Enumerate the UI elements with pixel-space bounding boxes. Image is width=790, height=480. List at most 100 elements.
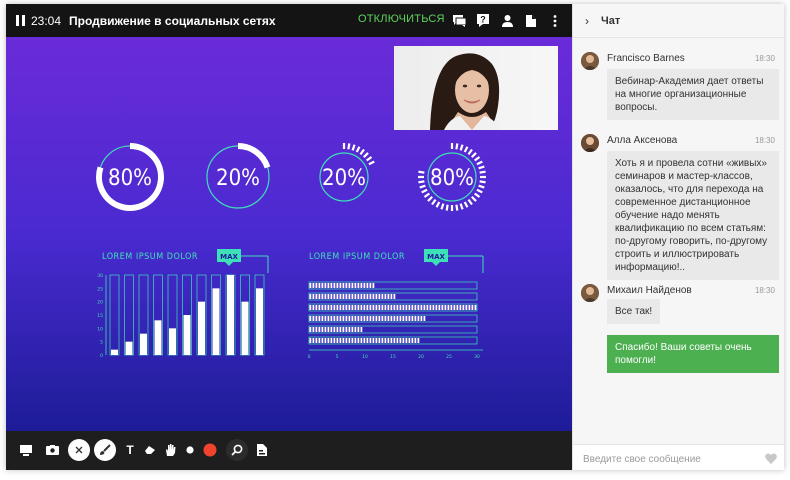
hbar-segment: [309, 294, 312, 299]
hbar-segment: [420, 316, 423, 321]
hbar-segment: [417, 316, 420, 321]
hbar-segment: [462, 305, 465, 310]
ring-tick: [351, 144, 356, 151]
progress-ring: 80%: [96, 143, 164, 211]
document-icon[interactable]: [524, 14, 538, 28]
ring-tick: [478, 184, 485, 189]
hbar-segment: [351, 283, 354, 288]
hbar-segment: [363, 316, 366, 321]
hbar-segment: [348, 316, 351, 321]
y-tick-label: 30: [97, 273, 103, 279]
hbar-segment: [366, 305, 369, 310]
hbar-segment: [309, 327, 312, 332]
hbar-segment: [447, 305, 450, 310]
message-author: Михаил Найденов: [607, 285, 692, 296]
file-icon[interactable]: [252, 440, 272, 460]
user-icon[interactable]: [500, 14, 514, 28]
hbar-panel-badge: MAX: [427, 253, 445, 261]
heart-icon[interactable]: [765, 451, 777, 469]
bar: [212, 288, 220, 355]
hbar-segment: [360, 327, 363, 332]
y-tick-label: 15: [97, 313, 103, 319]
hbar-segment: [444, 305, 447, 310]
screen-share-icon[interactable]: [16, 440, 36, 460]
progress-ring: 20%: [206, 143, 271, 209]
hbar-segment: [396, 305, 399, 310]
ring-tick: [440, 203, 445, 210]
bar: [169, 328, 176, 355]
hbar-segment: [330, 283, 333, 288]
hbar-segment: [360, 283, 363, 288]
ring-tick: [359, 148, 365, 155]
avatar: [581, 52, 599, 70]
hbar-segment: [411, 338, 414, 343]
hbar-segment: [387, 305, 390, 310]
my-message: Спасибо! Ваши советы очень помогли!: [607, 335, 779, 373]
bar: [227, 275, 234, 355]
y-tick-label: 0: [100, 353, 103, 359]
hbar-segment: [390, 316, 393, 321]
hbar-segment: [411, 316, 414, 321]
text-icon[interactable]: T: [120, 440, 140, 460]
camera-switch-icon[interactable]: [42, 440, 62, 460]
hbar-segment: [345, 316, 348, 321]
record-icon[interactable]: [200, 440, 220, 460]
x-tick-label: 5: [336, 354, 339, 360]
close-icon[interactable]: [68, 439, 90, 461]
chevron-right-icon[interactable]: ›: [585, 14, 589, 28]
chat-panel: › Чат Francisco Barnes 18:30 Вебинар-Ака…: [572, 4, 784, 470]
more-vertical-icon[interactable]: [548, 14, 562, 28]
hbar-segment: [357, 283, 360, 288]
hbar-segment: [336, 338, 339, 343]
hbar-segment: [348, 338, 351, 343]
message-text: Все так!: [607, 299, 661, 324]
hbar-segment: [318, 294, 321, 299]
hbar-segment: [366, 283, 369, 288]
hbar-segment: [354, 338, 357, 343]
eraser-icon[interactable]: [140, 440, 160, 460]
hbar-segment: [381, 294, 384, 299]
hbar-segment: [441, 305, 444, 310]
hbar-segment: [393, 294, 396, 299]
hbar-segment: [393, 338, 396, 343]
hbar-segment: [345, 327, 348, 332]
hbar-segment: [369, 294, 372, 299]
hbar-segment: [408, 316, 411, 321]
chat-title: Чат: [601, 14, 621, 27]
hand-icon[interactable]: [160, 440, 180, 460]
ring-label: 80%: [108, 166, 152, 191]
y-tick-label: 10: [97, 326, 103, 332]
progress-ring: 80%: [418, 143, 486, 211]
question-icon[interactable]: ?: [476, 14, 490, 28]
bar: [125, 341, 133, 355]
hbar-segment: [372, 294, 375, 299]
ring-tick: [463, 201, 469, 208]
x-tick-label: 0: [308, 354, 311, 360]
message-input[interactable]: [581, 450, 755, 468]
hbar-segment: [336, 327, 339, 332]
hbar-segment: [366, 338, 369, 343]
hbar-segment: [336, 305, 339, 310]
hbar-segment: [450, 305, 453, 310]
disconnect-button[interactable]: ОТКЛЮЧИТЬСЯ: [358, 13, 445, 25]
dot-icon[interactable]: [180, 440, 200, 460]
hbar-segment: [321, 316, 324, 321]
zoom-icon[interactable]: [226, 439, 248, 461]
chat-icon[interactable]: [452, 14, 466, 28]
hbar-segment: [330, 294, 333, 299]
slide-graphics: 80% 20% 20% 80% LOREM IPSUM DOLOR MAX 0 5 10 1…: [96, 143, 486, 360]
hbar-segment: [324, 327, 327, 332]
hbar-segment: [375, 338, 378, 343]
hbar-segment: [423, 316, 426, 321]
hbar-segment: [393, 316, 396, 321]
brush-icon[interactable]: [94, 439, 116, 461]
ring-label: 80%: [430, 166, 474, 191]
ring-tick: [423, 192, 430, 198]
hbar-segment: [333, 294, 336, 299]
hbar-segment: [354, 316, 357, 321]
hbar-segment: [342, 316, 345, 321]
pause-icon[interactable]: [16, 15, 25, 26]
hbar-segment: [399, 305, 402, 310]
hbar-segment: [315, 338, 318, 343]
bar-panel-badge: MAX: [220, 253, 238, 261]
